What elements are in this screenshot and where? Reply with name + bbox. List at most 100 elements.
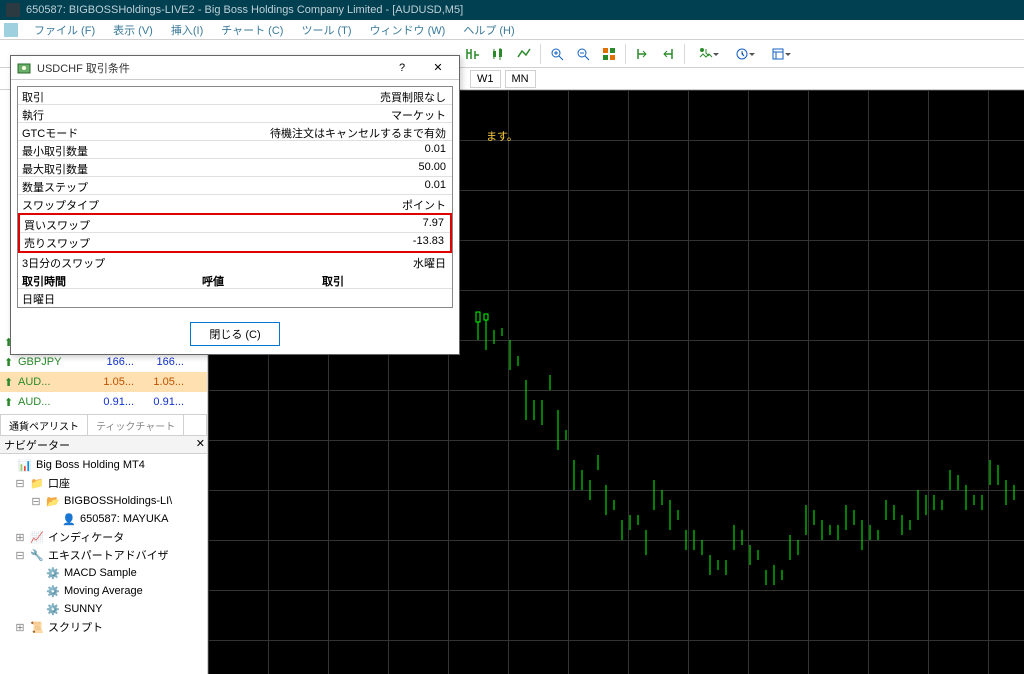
window-title: 650587: BIGBOSSHoldings-LIVE2 - Big Boss… [26, 4, 463, 16]
market-watch-tabs: 通貨ペアリスト ティックチャート [0, 414, 207, 436]
tree-item[interactable]: ⚙️ SUNNY [2, 600, 205, 618]
tree-item[interactable]: ⊟ 📂 BIGBOSSHoldings-LI\ [2, 492, 205, 510]
expert-icon: 🔧 [30, 548, 44, 562]
menu-chart[interactable]: チャート (C) [213, 20, 291, 40]
direction-icon: ⬆ [4, 396, 14, 409]
templates-dropdown[interactable] [761, 43, 795, 65]
tree-label: 650587: MAYUKA [80, 513, 168, 525]
col-quote: 呼値 [198, 271, 318, 288]
help-button[interactable]: ? [387, 58, 417, 78]
indicators-dropdown[interactable] [689, 43, 723, 65]
zoom-in-icon[interactable] [545, 43, 569, 65]
bar-chart-icon[interactable] [460, 43, 484, 65]
spec-value: 水曜日 [352, 253, 452, 271]
dialog-title-bar[interactable]: USDCHF 取引条件 ? ✕ [11, 56, 459, 80]
symbol-row[interactable]: ⬆ AUD... 1.05... 1.05... [0, 372, 207, 392]
tree-label: BIGBOSSHoldings-LI\ [64, 495, 172, 507]
tree-label: MACD Sample [64, 567, 137, 579]
tree-item[interactable]: ⊟ 🔧 エキスパートアドバイザ [2, 546, 205, 564]
menu-window[interactable]: ウィンドウ (W) [362, 20, 454, 40]
spec-value: 待機注文はキャンセルするまで有効 [264, 123, 452, 140]
highlighted-swap-section: 買いスワップ7.97売りスワップ-13.83 [18, 213, 452, 253]
zoom-out-icon[interactable] [571, 43, 595, 65]
ea-icon: ⚙️ [46, 584, 60, 598]
bid-price: 0.91... [88, 396, 134, 408]
app-icon: 📊 [18, 458, 32, 472]
symbol-row[interactable]: ⬆ AUD... 0.91... 0.91... [0, 392, 207, 412]
spec-label: 売りスワップ [20, 233, 350, 251]
spec-value: 7.97 [350, 215, 450, 232]
spec-value: 50.00 [352, 159, 452, 176]
col-trading-time: 取引時間 [18, 271, 198, 288]
menu-help[interactable]: ヘルプ (H) [455, 20, 522, 40]
chart-message: ます。 [486, 128, 518, 144]
dialog-buttons: 閉じる (C) [11, 314, 459, 354]
spec-label: GTCモード [18, 123, 264, 140]
tree-item[interactable]: ⚙️ Moving Average [2, 582, 205, 600]
menu-tools[interactable]: ツール (T) [293, 20, 359, 40]
tree-root[interactable]: 📊 Big Boss Holding MT4 [2, 456, 205, 474]
app-logo-icon [6, 3, 20, 17]
spec-value: -13.83 [350, 233, 450, 251]
tile-windows-icon[interactable] [597, 43, 621, 65]
tab-symbol-list[interactable]: 通貨ペアリスト [1, 415, 88, 435]
time-row-sunday: 日曜日 [18, 289, 452, 307]
menu-file[interactable]: ファイル (F) [26, 20, 103, 40]
close-dialog-button[interactable]: 閉じる (C) [190, 322, 279, 346]
expand-icon[interactable]: ⊞ [14, 621, 26, 634]
line-chart-icon[interactable] [512, 43, 536, 65]
tree-item[interactable]: ⊞ 📈 インディケータ [2, 528, 205, 546]
timeframe-mn[interactable]: MN [505, 70, 536, 88]
navigator-tree: 📊 Big Boss Holding MT4 ⊟ 📁 口座⊟ 📂 BIGBOSS… [0, 454, 207, 674]
ask-price: 1.05... [138, 376, 184, 388]
expand-icon[interactable]: ⊟ [14, 477, 26, 490]
time-header: 取引時間 呼値 取引 [18, 271, 452, 289]
spec-label: 3日分のスワップ [18, 253, 352, 271]
timeframe-w1[interactable]: W1 [470, 70, 501, 88]
tree-item[interactable]: ⊞ 📜 スクリプト [2, 618, 205, 636]
dialog-title: USDCHF 取引条件 [37, 60, 381, 76]
symbol-name: AUD... [18, 376, 84, 388]
bid-price: 166... [88, 356, 134, 368]
symbol-row[interactable]: ⬆ GBPJPY 166... 166... [0, 352, 207, 372]
candle-chart-icon[interactable] [486, 43, 510, 65]
periods-dropdown[interactable] [725, 43, 759, 65]
specification-table: 取引売買制限なし執行マーケットGTCモード待機注文はキャンセルするまで有効最小取… [11, 80, 459, 314]
tree-root-label: Big Boss Holding MT4 [36, 459, 145, 471]
menu-view[interactable]: 表示 (V) [105, 20, 161, 40]
spec-row: 数量ステップ0.01 [18, 177, 452, 195]
tree-label: スクリプト [48, 619, 103, 635]
spec-row: GTCモード待機注文はキャンセルするまで有効 [18, 123, 452, 141]
tree-label: エキスパートアドバイザ [48, 547, 169, 563]
scroll-end-icon[interactable] [656, 43, 680, 65]
tree-item[interactable]: ⊟ 📁 口座 [2, 474, 205, 492]
spec-label: スワップタイプ [18, 195, 352, 213]
ea-icon: ⚙️ [46, 566, 60, 580]
spec-row: 売りスワップ-13.83 [20, 233, 450, 251]
expand-icon[interactable]: ⊟ [14, 549, 26, 562]
spec-row: 3日分のスワップ水曜日 [18, 253, 452, 271]
tree-item[interactable]: ⚙️ MACD Sample [2, 564, 205, 582]
spec-row: 執行マーケット [18, 105, 452, 123]
tree-item[interactable]: 👤 650587: MAYUKA [2, 510, 205, 528]
spec-value: マーケット [352, 105, 452, 122]
spec-value: 0.01 [352, 141, 452, 158]
scroll-start-icon[interactable] [630, 43, 654, 65]
tree-label: 口座 [48, 475, 70, 491]
spec-row: 取引売買制限なし [18, 87, 452, 105]
spec-value: 売買制限なし [352, 87, 452, 104]
day-label: 日曜日 [18, 289, 352, 307]
close-button[interactable]: ✕ [423, 58, 453, 78]
menu-insert[interactable]: 挿入(I) [163, 20, 211, 40]
spec-label: 数量ステップ [18, 177, 352, 194]
spec-row: 最大取引数量50.00 [18, 159, 452, 177]
close-icon[interactable]: ✕ [196, 437, 205, 450]
expand-icon[interactable]: ⊞ [14, 531, 26, 544]
user-icon: 👤 [62, 512, 76, 526]
spec-row: スワップタイプポイント [18, 195, 452, 213]
chart-window-icon [4, 23, 18, 37]
ea-icon: ⚙️ [46, 602, 60, 616]
expand-icon[interactable]: ⊟ [30, 495, 42, 508]
tree-label: SUNNY [64, 603, 103, 615]
tab-tick-chart[interactable]: ティックチャート [88, 415, 184, 435]
